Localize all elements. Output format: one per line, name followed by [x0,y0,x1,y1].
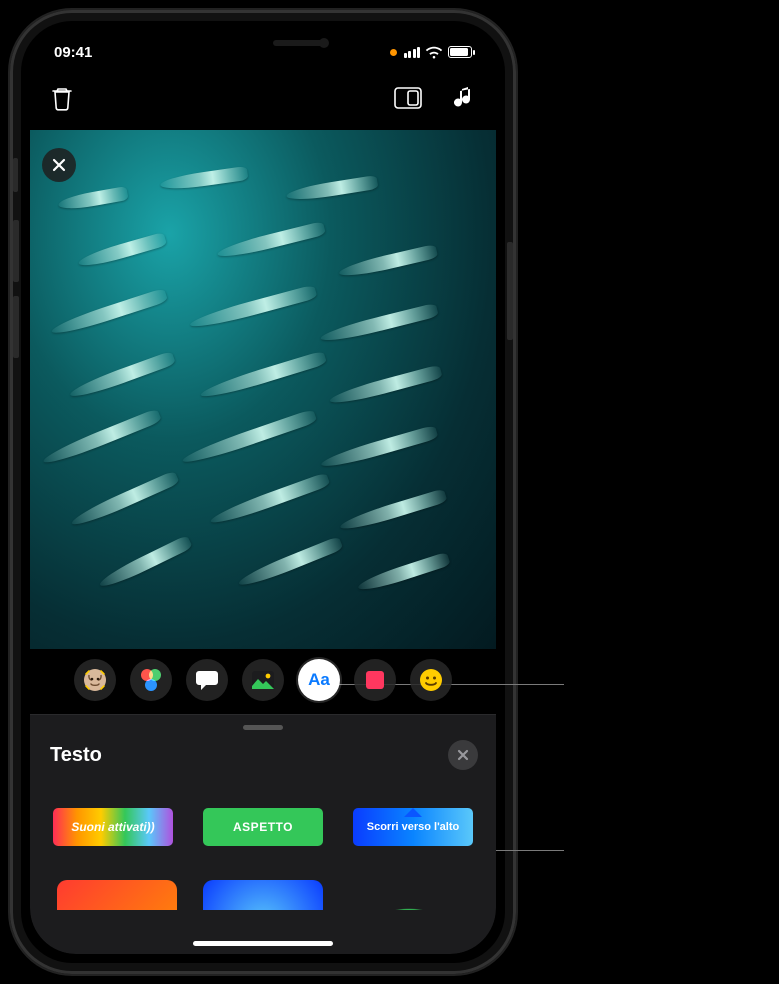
delete-button[interactable] [48,84,76,112]
close-overlay-button[interactable] [42,148,76,182]
effects-row: Aa [30,650,496,710]
shapes-icon [364,669,386,691]
side-button [507,242,513,340]
wifi-icon [425,46,443,59]
clip-preview[interactable] [30,130,496,649]
label-text: Scorri verso l'alto [367,821,460,833]
text-style-button[interactable]: Aa [298,659,340,701]
sheet-close-button[interactable] [448,740,478,770]
silence-switch [13,158,18,192]
emoji-icon [419,668,443,692]
label-style-5[interactable] [203,880,323,910]
text-label-row-2 [44,880,482,910]
close-icon [52,158,66,172]
volume-up-button [13,220,19,282]
fish-school-image [30,130,496,649]
label-text: ASPETTO [233,820,293,834]
label-style-4[interactable] [57,880,177,910]
battery-icon [448,46,472,58]
cellular-icon [404,47,421,58]
status-right [390,46,473,59]
emoji-button[interactable] [410,659,452,701]
trash-icon [51,85,73,111]
filters-icon [140,669,162,691]
text-label-row: Suoni attivati)) ASPETTO Scorri verso l'… [44,808,482,846]
label-style-swipe-up[interactable]: Scorri verso l'alto [353,808,473,846]
memoji-icon [82,667,108,693]
music-button[interactable] [450,84,478,112]
aspect-icon [394,87,422,109]
filters-button[interactable] [130,659,172,701]
phone-frame: 09:41 [10,10,516,974]
top-toolbar [30,76,496,120]
status-time: 09:41 [54,44,92,61]
aspect-button[interactable] [394,84,422,112]
shapes-button[interactable] [354,659,396,701]
text-icon: Aa [308,670,330,690]
text-styles-sheet: Testo Suoni attivati)) ASPETTO Scorri ve… [30,714,496,954]
scene-icon [251,670,275,690]
volume-down-button [13,296,19,358]
notch [163,30,363,60]
recording-indicator-icon [390,49,397,56]
screen: 09:41 [30,30,496,954]
home-indicator[interactable] [193,941,333,946]
close-icon [457,749,469,761]
label-style-aspect[interactable]: ASPETTO [203,808,323,846]
speech-bubble-icon [195,669,219,691]
sheet-title: Testo [50,744,102,767]
label-style-sound-on[interactable]: Suoni attivati)) [53,808,173,846]
label-style-6[interactable] [349,880,469,910]
memoji-button[interactable] [74,659,116,701]
label-text: Suoni attivati)) [71,820,154,834]
music-note-icon [454,86,474,110]
sheet-grabber[interactable] [243,725,283,730]
speech-bubble-button[interactable] [186,659,228,701]
scene-button[interactable] [242,659,284,701]
